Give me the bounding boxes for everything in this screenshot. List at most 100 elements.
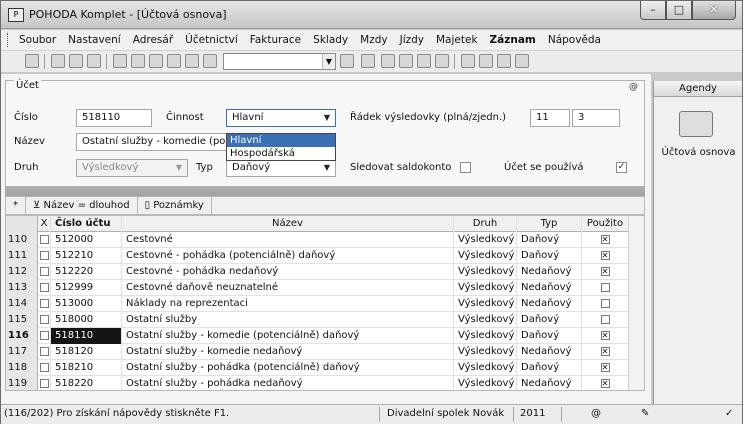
pouzito-checkbox[interactable] [600,298,610,308]
menu-soubor[interactable]: Soubor [19,34,56,46]
delete-icon[interactable] [149,54,163,68]
menu-nastaveni[interactable]: Nastavení [68,34,121,46]
calculator-icon[interactable] [417,54,431,68]
vertical-scrollbar[interactable] [628,216,644,390]
copy-icon[interactable] [203,54,217,68]
close-button[interactable]: ✕ [692,1,736,20]
row-select-checkbox-box[interactable] [40,378,49,388]
row-pouzito[interactable]: ✕ [582,360,629,376]
table-row[interactable]: 113 512999 Cestovné daňově neuznatelné Výsl… [6,280,629,296]
menu-majetek[interactable]: Majetek [436,34,478,46]
table-row[interactable]: 116 518110 Ostatní služby - komedie (poten… [6,328,629,344]
pouziva-checkbox[interactable]: ✓ [616,162,627,173]
pouzito-checkbox[interactable]: ✕ [600,250,610,260]
cinnost-option[interactable]: Hospodářská [227,147,335,160]
toolbar-combo[interactable]: ▼ [223,53,336,70]
table-icon[interactable] [399,54,413,68]
table-row[interactable]: 119 518220 Ostatní služby - pohádka nedaňo… [6,376,629,390]
cancel-icon[interactable] [185,54,199,68]
row-pouzito[interactable] [582,296,629,312]
pouzito-checkbox[interactable] [600,314,610,324]
print-icon[interactable] [69,54,83,68]
saldo-checkbox[interactable] [460,162,471,173]
row-pouzito[interactable]: ✕ [582,328,629,344]
nazev-field[interactable]: Ostatní služby - komedie (pote [76,133,228,151]
chart-of-accounts-icon[interactable] [679,111,713,137]
filter-icon[interactable] [340,54,354,68]
row-select-checkbox-box[interactable] [40,234,49,244]
tab-filter[interactable]: ⊻ Název = dlouhod [26,197,138,214]
row-select-checkbox[interactable] [38,312,51,328]
status-at-icon[interactable]: @ [591,408,601,419]
menu-ucetnictvi[interactable]: Účetnictví [185,34,238,46]
table-row[interactable]: 112 512220 Cestovné - pohádka nedaňový Výsl… [6,264,629,280]
report-icon[interactable] [361,54,375,68]
row-select-checkbox-box[interactable] [40,266,49,276]
row-pouzito[interactable] [582,312,629,328]
window-cascade-icon[interactable] [497,54,511,68]
menu-zaznam[interactable]: Záznam [490,34,536,46]
search-icon[interactable] [51,54,65,68]
row-select-checkbox[interactable] [38,264,51,280]
edit-icon[interactable] [131,54,145,68]
row-select-checkbox[interactable] [38,280,51,296]
menu-grip[interactable] [7,33,10,47]
menu-napoveda[interactable]: Nápověda [548,34,601,46]
row-select-checkbox-box[interactable] [40,314,49,324]
chevron-down-icon[interactable]: ▼ [319,110,335,126]
row-select-checkbox-box[interactable] [40,346,49,356]
col-header-nazev[interactable]: Název [122,216,454,232]
table-row[interactable]: 110 512000 Cestovné Výsledkový Daňový ✕ [6,232,629,248]
accounting-icon[interactable] [435,54,449,68]
row-select-checkbox-box[interactable] [40,362,49,372]
title-bar[interactable]: P POHODA Komplet - [Účtová osnova] – □ ✕ [1,1,742,29]
row-select-checkbox[interactable] [38,360,51,376]
row-select-checkbox-box[interactable] [40,250,49,260]
table-row[interactable]: 111 512210 Cestovné - pohádka (potenciálně… [6,248,629,264]
radek-plna-field[interactable]: 11 [530,109,570,127]
row-select-checkbox[interactable] [38,232,51,248]
pouzito-checkbox[interactable]: ✕ [600,266,610,276]
cinnost-select[interactable]: Hlavní ▼ [226,109,336,127]
row-pouzito[interactable]: ✕ [582,344,629,360]
tab-notes[interactable]: ▯ Poznámky [138,197,212,214]
window-list-icon[interactable] [461,54,475,68]
row-select-checkbox[interactable] [38,248,51,264]
row-pouzito[interactable]: ✕ [582,376,629,390]
col-header-typ[interactable]: Typ [517,216,582,232]
minimize-button[interactable]: – [640,1,666,20]
menu-sklady[interactable]: Sklady [313,34,348,46]
maximize-button[interactable]: □ [666,1,692,20]
help-icon[interactable] [515,54,529,68]
cislo-field[interactable]: 518110 [76,109,152,127]
cinnost-option[interactable]: Hlavní [227,134,335,147]
row-pouzito[interactable]: ✕ [582,232,629,248]
radek-zjedn-field[interactable]: 3 [572,109,620,127]
pouzito-checkbox[interactable]: ✕ [600,378,610,388]
table-row[interactable]: 115 518000 Ostatní služby Výsledkový Daňový [6,312,629,328]
druh-select[interactable]: Výsledkový ▼ [76,159,188,177]
row-pouzito[interactable]: ✕ [582,264,629,280]
col-header-cislo[interactable]: Číslo účtu [51,216,122,232]
col-header-pouzito[interactable]: Použito [582,216,629,232]
chevron-down-icon[interactable]: ▼ [319,160,335,176]
row-select-checkbox[interactable] [38,328,51,344]
tools-icon[interactable] [381,54,395,68]
menu-fakturace[interactable]: Fakturace [250,34,301,46]
chevron-down-icon[interactable]: ▼ [171,160,187,176]
chevron-down-icon[interactable]: ▼ [322,54,335,69]
window-tile-icon[interactable] [479,54,493,68]
col-header-x[interactable]: X [38,216,51,232]
print-preview-icon[interactable] [87,54,101,68]
table-row[interactable]: 118 518210 Ostatní služby - pohádka (poten… [6,360,629,376]
table-row[interactable]: 117 518120 Ostatní služby - komedie nedaňo… [6,344,629,360]
pouzito-checkbox[interactable]: ✕ [600,346,610,356]
row-select-checkbox[interactable] [38,296,51,312]
menu-mzdy[interactable]: Mzdy [360,34,387,46]
row-select-checkbox[interactable] [38,344,51,360]
row-pouzito[interactable]: ✕ [582,248,629,264]
pohoda-icon[interactable]: P [8,8,24,22]
tab-new[interactable]: * [6,197,26,214]
row-select-checkbox-box[interactable] [40,330,49,340]
agendy-item-label[interactable]: Účtová osnova [654,147,743,158]
